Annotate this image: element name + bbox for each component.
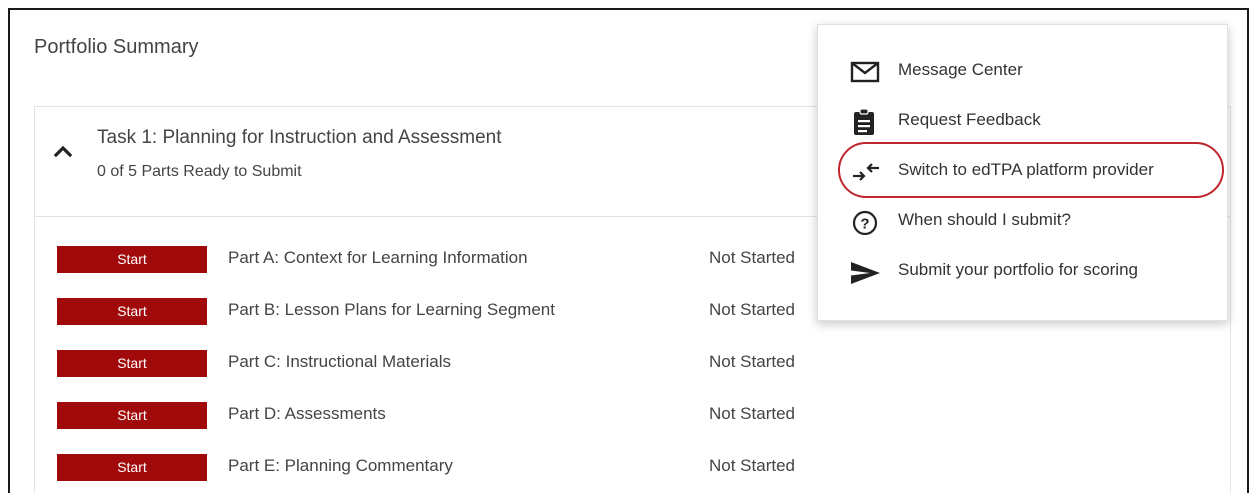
start-button-part-b[interactable]: Start <box>57 298 207 325</box>
task-title: Task 1: Planning for Instruction and Ass… <box>97 127 502 148</box>
page-title: Portfolio Summary <box>34 36 199 58</box>
svg-text:?: ? <box>860 216 869 233</box>
menu-item-label: Switch to edTPA platform provider <box>898 160 1154 179</box>
actions-dropdown-menu: Message Center Request Feedback Switch t… <box>817 24 1228 321</box>
menu-item-label: Request Feedback <box>898 110 1041 129</box>
part-label: Part B: Lesson Plans for Learning Segmen… <box>228 300 555 319</box>
clipboard-icon <box>854 109 874 135</box>
part-label: Part C: Instructional Materials <box>228 352 451 371</box>
menu-item-switch-provider[interactable]: Switch to edTPA platform provider <box>850 155 1220 187</box>
task-progress: 0 of 5 Parts Ready to Submit <box>97 163 302 180</box>
start-button-part-c[interactable]: Start <box>57 350 207 377</box>
switch-arrows-icon <box>853 163 879 181</box>
part-row: Start Part C: Instructional Materials No… <box>57 347 957 377</box>
start-button-part-d[interactable]: Start <box>57 402 207 429</box>
chevron-up-icon[interactable] <box>53 141 73 161</box>
menu-item-message-center[interactable]: Message Center <box>850 55 1220 87</box>
part-status: Not Started <box>709 352 795 371</box>
part-row: Start Part E: Planning Commentary Not St… <box>57 451 957 481</box>
part-status: Not Started <box>709 248 795 267</box>
question-circle-icon: ? <box>852 210 878 235</box>
part-status: Not Started <box>709 300 795 319</box>
menu-item-label: When should I submit? <box>898 210 1071 229</box>
part-label: Part A: Context for Learning Information <box>228 248 528 267</box>
menu-item-label: Submit your portfolio for scoring <box>898 260 1138 279</box>
menu-item-when-submit[interactable]: ? When should I submit? <box>850 205 1220 237</box>
start-button-part-e[interactable]: Start <box>57 454 207 481</box>
start-button-part-a[interactable]: Start <box>57 246 207 273</box>
part-status: Not Started <box>709 456 795 475</box>
part-row: Start Part D: Assessments Not Started <box>57 399 957 429</box>
part-status: Not Started <box>709 404 795 423</box>
send-icon <box>851 262 880 284</box>
part-label: Part D: Assessments <box>228 404 386 423</box>
menu-item-submit-portfolio[interactable]: Submit your portfolio for scoring <box>850 255 1220 287</box>
envelope-icon <box>850 61 880 83</box>
menu-item-request-feedback[interactable]: Request Feedback <box>850 105 1220 137</box>
part-label: Part E: Planning Commentary <box>228 456 453 475</box>
menu-item-label: Message Center <box>898 60 1023 79</box>
